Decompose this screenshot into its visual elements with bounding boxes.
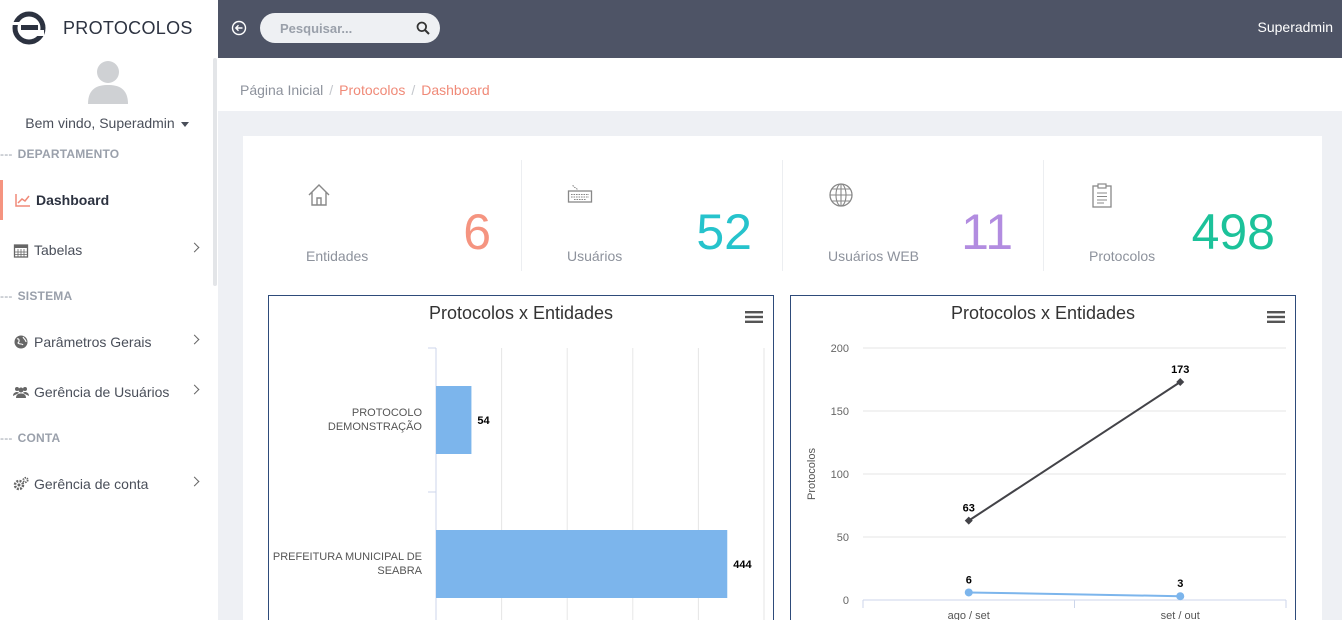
dashboard-card: Entidades 6 Usuários 52 Usuários WEB 11 … <box>243 136 1322 620</box>
category-label-line: SEABRA <box>377 565 422 577</box>
stat-protocolos[interactable]: Protocolos 498 <box>1044 160 1305 271</box>
section-dash: --- <box>0 147 13 161</box>
x-tick-label: ago / set <box>948 610 990 620</box>
home-icon <box>308 184 330 206</box>
category-label-line: PROTOCOLO <box>352 407 423 419</box>
logo-icon <box>12 11 46 45</box>
sidebar-item-dashboard[interactable]: Dashboard <box>0 180 212 220</box>
chevron-right-icon <box>189 334 200 345</box>
breadcrumb-protocolos[interactable]: Protocolos <box>339 82 405 98</box>
sidebar-item-parametros-gerais[interactable]: Parâmetros Gerais <box>0 322 212 362</box>
bar-chart-panel: Protocolos x Entidades PROTOCOLO DEMONSTR… <box>268 295 774 620</box>
clipboard-icon <box>1092 183 1112 208</box>
y-tick-label: 0 <box>843 595 849 607</box>
series-line <box>968 381 1181 522</box>
category-label-line: DEMONSTRAÇÃO <box>328 420 423 433</box>
breadcrumb-home[interactable]: Página Inicial <box>240 82 323 98</box>
globe-icon <box>14 335 28 349</box>
category-label-line: PREFEITURA MUNICIPAL DE <box>273 551 422 563</box>
y-tick-label: 200 <box>831 343 849 355</box>
data-point <box>964 588 973 597</box>
data-label: 6 <box>966 574 972 586</box>
data-label: 444 <box>733 559 752 571</box>
sidebar-item-gerencia-usuarios[interactable]: Gerência de Usuários <box>0 372 212 412</box>
search-input[interactable] <box>280 18 410 38</box>
sidebar-item-label: Gerência de conta <box>34 476 149 492</box>
stat-usuarios-web[interactable]: Usuários WEB 11 <box>783 160 1044 271</box>
section-label: DEPARTAMENTO <box>17 147 120 161</box>
bar <box>436 530 728 598</box>
stat-entidades[interactable]: Entidades 6 <box>261 160 522 271</box>
chart-line-icon <box>15 194 30 207</box>
category-label: PREFEITURA MUNICIPAL DE SEABRA <box>273 551 423 577</box>
stat-label: Usuários <box>567 248 623 264</box>
y-tick-label: 100 <box>831 469 849 481</box>
stat-label: Protocolos <box>1089 248 1156 264</box>
sidebar-item-label: Tabelas <box>34 242 83 258</box>
bar-chart: PROTOCOLO DEMONSTRAÇÃO 54 PREFEITURA MUNICI… <box>273 347 765 620</box>
avatar[interactable] <box>86 58 130 104</box>
section-label: SISTEMA <box>17 289 73 303</box>
stat-label: Entidades <box>306 248 369 264</box>
x-tick-label: set / out <box>1161 610 1200 620</box>
sidebar-item-gerencia-conta[interactable]: Gerência de conta <box>0 464 212 504</box>
stat-value: 11 <box>961 204 1013 260</box>
sidebar-item-label: Dashboard <box>36 192 110 208</box>
section-sistema: --- SISTEMA <box>0 289 72 303</box>
calendar-icon <box>13 244 29 258</box>
breadcrumb-separator: / <box>329 82 334 98</box>
arrow-left-circle-icon[interactable] <box>231 20 247 36</box>
category-label: PROTOCOLO DEMONSTRAÇÃO <box>328 407 423 433</box>
sidebar-item-tabelas[interactable]: Tabelas <box>0 230 212 270</box>
section-dash: --- <box>0 431 13 445</box>
section-label: CONTA <box>17 431 61 445</box>
sidebar-scrollbar[interactable] <box>213 58 217 286</box>
stat-value: 498 <box>1191 204 1275 260</box>
data-label: 63 <box>963 503 975 515</box>
stat-value: 6 <box>463 204 491 260</box>
caret-down-icon <box>180 121 189 127</box>
section-departamento: --- DEPARTAMENTO <box>0 147 119 161</box>
globe-icon <box>829 183 853 207</box>
section-dash: --- <box>0 289 13 303</box>
keyboard-icon <box>567 184 593 203</box>
topbar: Superadmin <box>218 0 1342 58</box>
brand[interactable]: PROTOCOLOS <box>12 10 193 46</box>
users-icon <box>13 387 29 398</box>
breadcrumb-separator: / <box>411 82 416 98</box>
data-label: 54 <box>477 415 490 427</box>
line-chart-panel: Protocolos x Entidades 0 50 100 150 200 ago /… <box>790 295 1296 620</box>
breadcrumb: Página Inicial / Protocolos / Dashboard <box>218 58 1342 111</box>
app-title: PROTOCOLOS <box>63 17 193 38</box>
welcome-text: Bem vindo, Superadmin <box>25 115 175 131</box>
gears-icon <box>13 476 29 491</box>
sidebar: PROTOCOLOS Bem vindo, Superadmin --- DEPA… <box>0 0 218 620</box>
user-menu[interactable]: Superadmin <box>1258 19 1334 35</box>
stat-label: Usuários WEB <box>828 248 920 264</box>
series-line <box>968 591 1181 598</box>
section-conta: --- CONTA <box>0 431 60 445</box>
search-box <box>260 13 440 43</box>
welcome-dropdown[interactable]: Bem vindo, Superadmin <box>0 115 214 131</box>
stat-value: 52 <box>696 204 752 260</box>
stat-usuarios[interactable]: Usuários 52 <box>522 160 783 271</box>
y-axis-title: Protocolos <box>806 448 818 500</box>
sidebar-item-label: Parâmetros Gerais <box>34 334 152 350</box>
chevron-right-icon <box>189 476 200 487</box>
sidebar-item-label: Gerência de Usuários <box>34 384 170 400</box>
data-label: 173 <box>1171 364 1189 376</box>
data-point <box>1176 592 1185 601</box>
y-tick-label: 50 <box>837 532 849 544</box>
line-chart: 0 50 100 150 200 ago / set set / out Protocolos… <box>806 343 1287 620</box>
bar <box>436 386 472 454</box>
search-icon[interactable] <box>416 21 430 35</box>
chevron-right-icon <box>189 242 200 253</box>
chevron-right-icon <box>189 384 200 395</box>
y-tick-label: 150 <box>831 406 849 418</box>
data-label: 3 <box>1177 578 1183 590</box>
breadcrumb-dashboard[interactable]: Dashboard <box>421 82 490 98</box>
